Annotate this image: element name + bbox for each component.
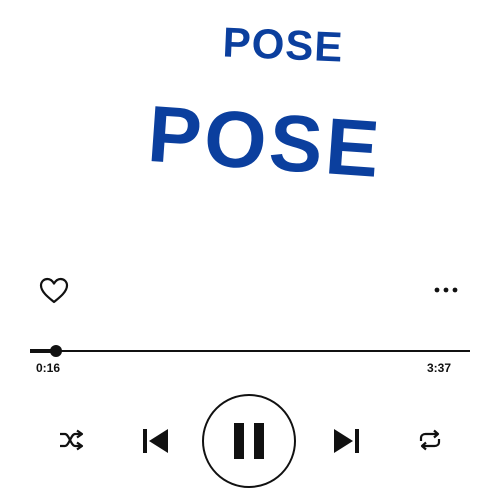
repeat-icon	[419, 429, 441, 451]
like-button[interactable]	[36, 274, 72, 306]
song-title-large: POSE	[145, 88, 386, 195]
song-title-small: POSE	[221, 18, 345, 71]
progress-track	[30, 350, 470, 352]
progress-thumb[interactable]	[50, 345, 63, 357]
shuffle-icon	[60, 429, 84, 451]
more-horizontal-icon	[434, 287, 458, 293]
skip-next-icon	[334, 429, 359, 453]
repeat-button[interactable]	[414, 427, 446, 453]
total-time: 3:37	[427, 361, 452, 375]
shuffle-button[interactable]	[55, 427, 87, 453]
more-options-button[interactable]	[428, 278, 464, 302]
pause-button[interactable]	[202, 394, 296, 488]
heart-icon	[39, 277, 69, 303]
next-button[interactable]	[330, 424, 364, 458]
skip-previous-icon	[143, 429, 168, 453]
elapsed-time: 0:16	[36, 361, 61, 375]
previous-button[interactable]	[138, 424, 172, 458]
progress-bar[interactable]	[30, 345, 470, 357]
pause-icon	[234, 423, 264, 459]
